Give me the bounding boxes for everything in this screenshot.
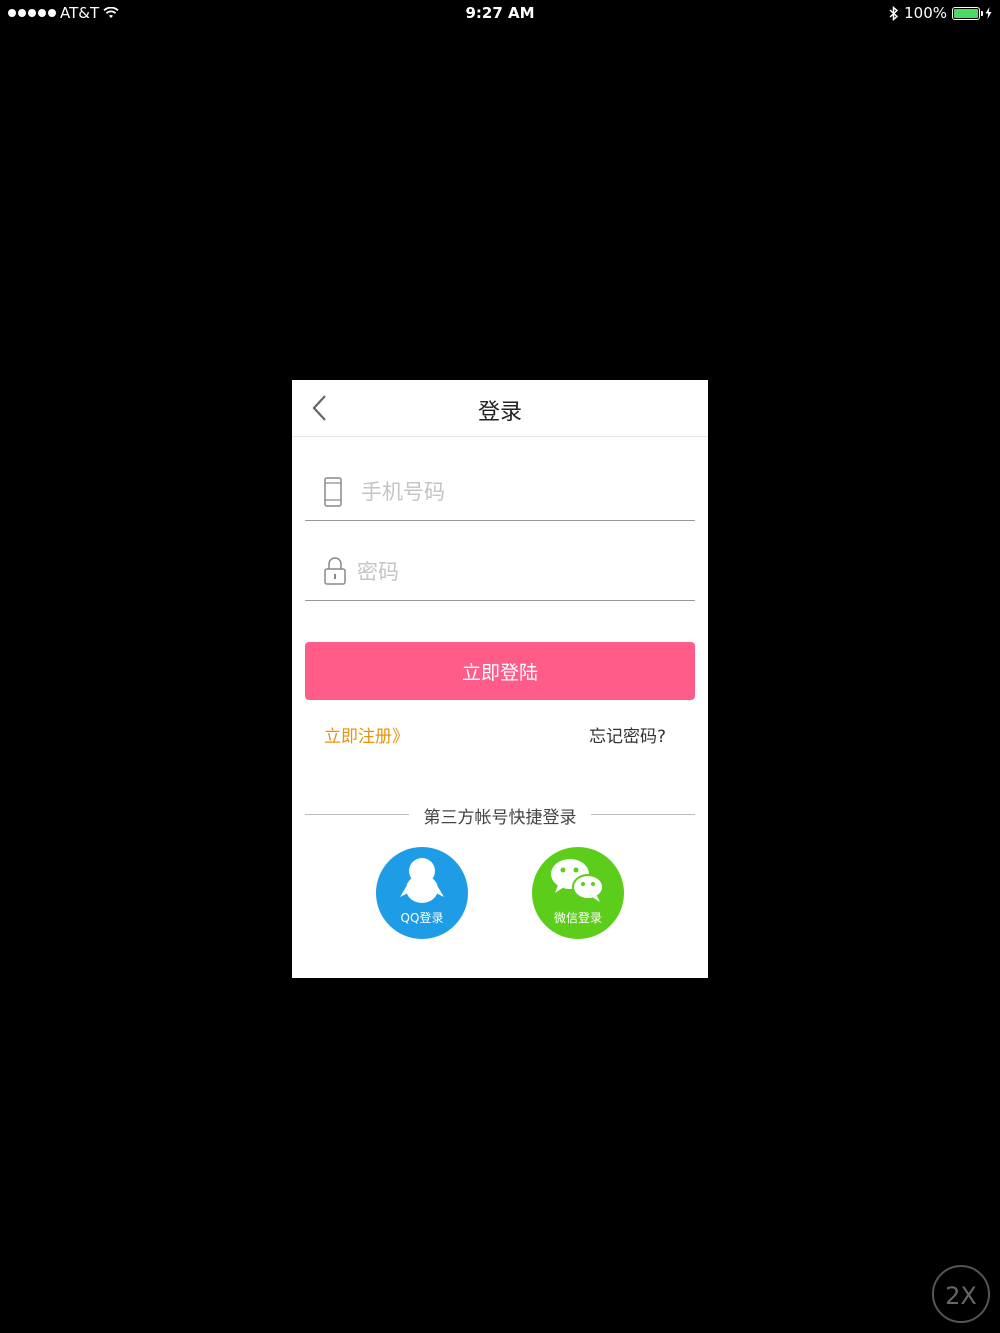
- forgot-password-link[interactable]: 忘记密码?: [589, 722, 666, 747]
- password-input[interactable]: [357, 554, 677, 590]
- wechat-icon: [551, 859, 604, 902]
- password-field: [305, 550, 695, 601]
- third-party-divider: 第三方帐号快捷登录: [305, 803, 695, 828]
- nav-bar: 登录: [292, 380, 708, 437]
- zoom-2x-button[interactable]: 2X: [932, 1265, 990, 1323]
- lock-icon: [324, 557, 346, 585]
- charging-bolt-icon: [985, 7, 992, 19]
- qq-penguin-icon: [400, 858, 444, 903]
- phone-input[interactable]: [361, 474, 681, 510]
- wechat-login-button[interactable]: 微信登录: [532, 847, 624, 939]
- phone-field: [305, 470, 695, 521]
- status-bar-right: 100%: [889, 4, 992, 22]
- third-party-title: 第三方帐号快捷登录: [423, 808, 577, 828]
- status-bar: AT&T 9:27 AM 100%: [0, 0, 1000, 28]
- bluetooth-icon: [889, 5, 899, 21]
- qq-login-button[interactable]: QQ登录: [376, 847, 468, 939]
- page-title: 登录: [477, 400, 522, 425]
- phone-icon: [324, 477, 342, 507]
- status-time: 9:27 AM: [465, 4, 535, 22]
- battery-icon: [952, 6, 983, 20]
- qq-login-label: QQ登录: [400, 911, 444, 925]
- wechat-login-label: 微信登录: [553, 911, 602, 925]
- divider-line-right: [591, 814, 695, 815]
- battery-percent: 100%: [904, 4, 947, 22]
- login-button[interactable]: 立即登陆: [305, 642, 695, 700]
- login-card: 登录 立即登陆 立即注册》 忘记密码? 第三方帐号快捷登录 QQ登录: [292, 380, 708, 978]
- register-link[interactable]: 立即注册》: [324, 722, 409, 747]
